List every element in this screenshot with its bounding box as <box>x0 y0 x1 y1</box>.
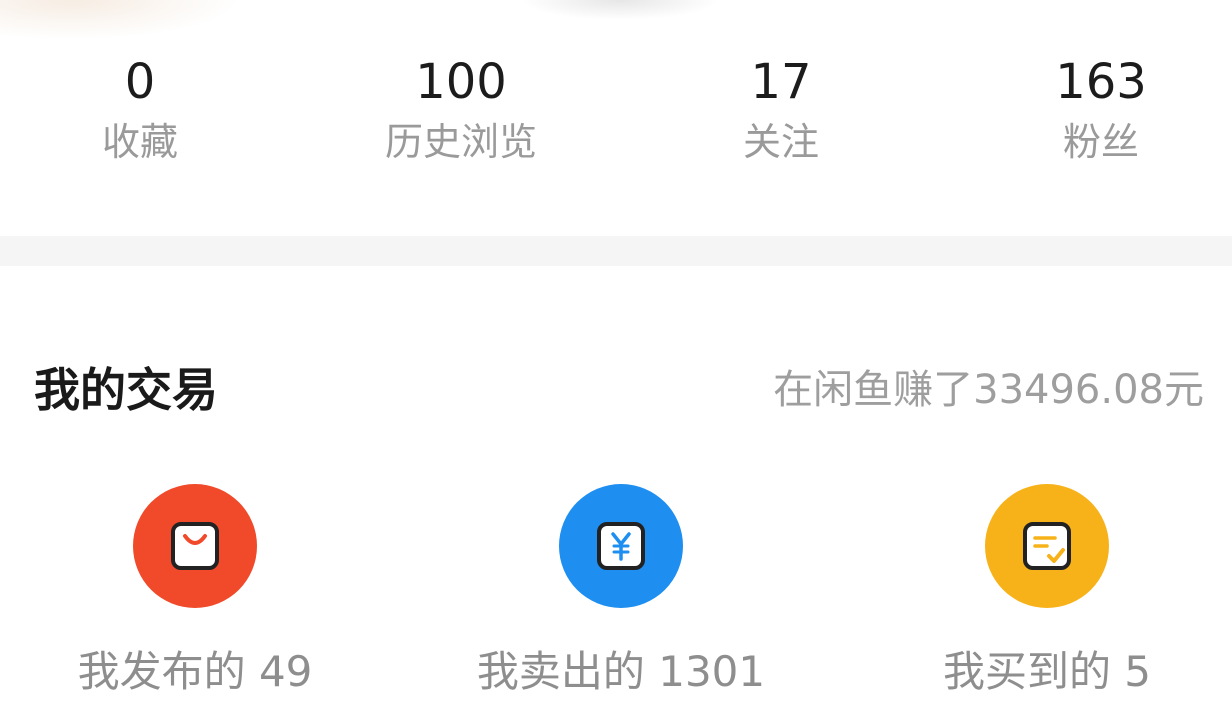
trade-item-sold[interactable]: 我卖出的 1301 <box>441 484 801 700</box>
trade-section-title: 我的交易 <box>34 363 218 417</box>
stat-following[interactable]: 17 关注 <box>661 52 901 166</box>
sold-label: 我卖出的 1301 <box>476 647 766 696</box>
stat-history-label: 历史浏览 <box>384 120 537 164</box>
section-divider <box>0 236 1232 266</box>
shopping-bag-icon <box>171 522 219 570</box>
yuan-icon <box>597 522 645 570</box>
bought-icon-circle <box>985 484 1109 608</box>
header-image-remnant <box>0 0 240 40</box>
stat-following-label: 关注 <box>742 120 819 164</box>
stat-following-value: 17 <box>750 54 812 110</box>
stat-fans-value: 163 <box>1055 54 1147 110</box>
trade-earnings-text[interactable]: 在闲鱼赚了33496.08元 <box>773 360 1204 420</box>
published-label: 我发布的 49 <box>77 647 313 696</box>
header-avatar-remnant <box>520 0 720 20</box>
trade-item-bought[interactable]: 我买到的 5 <box>867 484 1227 700</box>
bought-label: 我买到的 5 <box>942 647 1152 696</box>
stat-history-value: 100 <box>415 54 507 110</box>
trade-section-header: 我的交易 在闲鱼赚了33496.08元 <box>34 360 1204 420</box>
stat-fans[interactable]: 163 粉丝 <box>981 52 1221 166</box>
published-icon-circle <box>133 484 257 608</box>
stats-row: 0 收藏 100 历史浏览 17 关注 163 粉丝 <box>0 52 1232 182</box>
stat-history[interactable]: 100 历史浏览 <box>341 52 581 166</box>
receipt-check-icon <box>1023 522 1071 570</box>
trade-items-row: 我发布的 49 我卖出的 1301 我买到的 5 <box>0 484 1232 714</box>
stat-favorites-value: 0 <box>124 54 156 110</box>
trade-item-published[interactable]: 我发布的 49 <box>15 484 375 700</box>
sold-icon-circle <box>559 484 683 608</box>
stat-favorites-label: 收藏 <box>101 120 178 164</box>
stat-favorites[interactable]: 0 收藏 <box>20 52 260 166</box>
stat-fans-label: 粉丝 <box>1062 120 1139 164</box>
